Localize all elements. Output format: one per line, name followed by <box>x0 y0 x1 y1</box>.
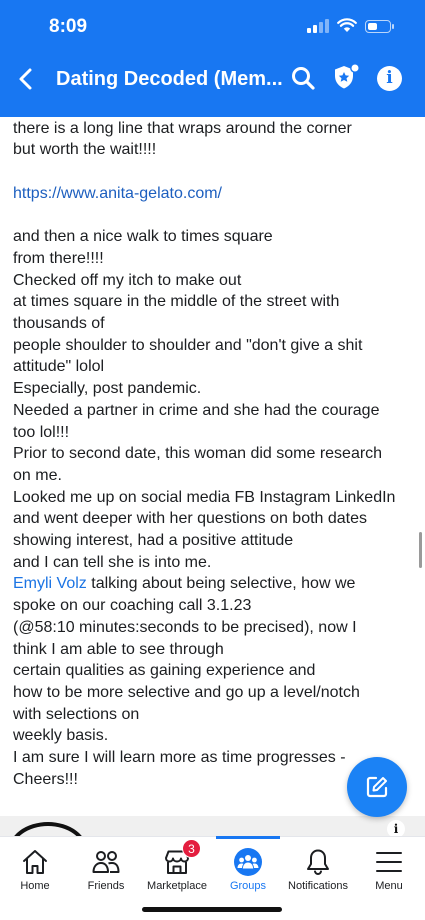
tab-label: Marketplace <box>147 880 207 892</box>
admin-shield-icon[interactable] <box>331 62 361 92</box>
post-text-segment: Prior to second date, this woman did som… <box>13 445 383 463</box>
post-line: with selections on <box>13 704 415 726</box>
post-line: weekly basis. <box>13 725 415 747</box>
tab-friends[interactable]: Friends <box>71 837 141 897</box>
post-line: and I can tell she is into me. <box>13 552 415 574</box>
post-text-segment: and then a nice walk to times square <box>13 228 273 246</box>
tab-label: Notifications <box>288 880 348 892</box>
info-icon[interactable]: i <box>377 66 402 91</box>
post-text-segment: thousands of <box>13 315 105 332</box>
post-text-segment: and I can tell she is into me. <box>13 553 212 571</box>
post-text-segment: Especially, post pandemic. <box>13 380 202 398</box>
post-line: thousands of <box>13 313 415 335</box>
post-body: Usuallythere is a long line that wraps a… <box>0 117 425 817</box>
post-line: and then a nice walk to times square <box>13 226 415 248</box>
media-drawing <box>8 822 88 836</box>
signal-icon <box>307 19 329 33</box>
media-info-icon[interactable]: i <box>387 820 405 836</box>
post-line: spoke on our coaching call 3.1.23 <box>13 595 415 617</box>
post-line: think I am able to see through <box>13 639 415 661</box>
post-line: (@58:10 minutes:seconds to be precised),… <box>13 617 415 639</box>
post-text-segment: Checked off my itch to make out <box>13 271 242 289</box>
post-line <box>13 205 415 227</box>
tab-label: Friends <box>87 880 125 892</box>
post-line: attitude" lolol <box>13 356 415 378</box>
post-line: there is a long line that wraps around t… <box>13 118 415 140</box>
post-line: from there!!!! <box>13 248 415 270</box>
edit-pencil-icon <box>366 776 388 798</box>
tab-marketplace[interactable]: Marketplace 3 <box>142 837 212 897</box>
post-line: people shoulder to shoulder and "don't g… <box>13 335 415 357</box>
active-tab-indicator <box>216 836 280 839</box>
post-text-segment: with selections on <box>13 705 140 723</box>
post-line <box>13 161 415 183</box>
post-text-segment: and went deeper with her questions on bo… <box>13 510 368 528</box>
scrollbar[interactable] <box>419 532 422 568</box>
post-line: but worth the wait!!!! <box>13 139 415 161</box>
post-line: showing interest, had a positive attitud… <box>13 530 415 552</box>
compose-button[interactable] <box>347 757 407 817</box>
post-text-segment: from there!!!! <box>13 249 104 267</box>
status-time: 8:09 <box>49 16 88 37</box>
post-text-segment: but worth the wait!!!! <box>13 141 157 159</box>
post-text-segment: there is a long line that wraps around t… <box>13 119 352 137</box>
post-text-segment: on me. <box>13 466 62 484</box>
bell-icon <box>307 849 329 876</box>
tab-groups[interactable]: Groups <box>213 837 283 897</box>
tab-label: Groups <box>229 880 267 892</box>
post-text-segment: talking about being selective, how we <box>86 575 356 593</box>
post-line: Emyli Volz talking about being selective… <box>13 573 415 595</box>
post-text-segment: certain qualities as gaining experience … <box>13 662 316 680</box>
post-text-segment: I am sure I will learn more as time prog… <box>13 749 346 767</box>
post-line: https://www.anita-gelato.com/ <box>13 183 415 205</box>
back-arrow-icon[interactable] <box>14 66 40 92</box>
post-line: Especially, post pandemic. <box>13 378 415 400</box>
post-line: on me. <box>13 465 415 487</box>
top-bar: 8:09 Dating Decoded (Mem... i <box>0 0 425 117</box>
friends-icon <box>92 851 120 873</box>
notification-badge: 3 <box>182 839 201 858</box>
post-text-segment: Cheers!!! <box>13 770 78 788</box>
post-line: and went deeper with her questions on bo… <box>13 508 415 530</box>
tab-label: Menu <box>375 880 403 892</box>
post-line: too lol!!! <box>13 422 415 444</box>
post-line: certain qualities as gaining experience … <box>13 660 415 682</box>
tab-menu[interactable]: Menu <box>354 837 424 897</box>
post-text-segment: at times square in the middle of the str… <box>13 293 340 311</box>
battery-icon <box>365 20 394 33</box>
post-text-segment: think I am able to see through <box>13 640 224 658</box>
post-text-segment: Looked me up on social media FB Instagra… <box>13 488 396 506</box>
post-text-segment: weekly basis. <box>13 727 109 745</box>
hamburger-menu-icon <box>376 852 402 872</box>
post-text-segment: too lol!!! <box>13 423 70 441</box>
post-line: Looked me up on social media FB Instagra… <box>13 487 415 509</box>
post-text-segment: (@58:10 minutes:seconds to be precised),… <box>13 618 357 636</box>
home-indicator <box>142 907 282 912</box>
post-line: Prior to second date, this woman did som… <box>13 443 415 465</box>
tab-notifications[interactable]: Notifications <box>283 837 353 897</box>
groups-icon <box>234 848 262 876</box>
post-text-segment: attitude" lolol <box>13 358 105 376</box>
post-text-segment: showing interest, had a positive attitud… <box>13 532 294 550</box>
status-icons <box>307 18 394 33</box>
post-line: Needed a partner in crime and she had th… <box>13 400 415 422</box>
post-line: how to be more selective and go up a lev… <box>13 682 415 704</box>
user-mention[interactable]: Emyli Volz <box>13 575 87 592</box>
post-text-segment: spoke on our coaching call 3.1.23 <box>13 597 252 615</box>
home-icon <box>23 850 47 874</box>
post-line: Checked off my itch to make out <box>13 270 415 292</box>
wifi-icon <box>337 18 357 32</box>
post-text-segment: people shoulder to shoulder and "don't g… <box>13 336 363 354</box>
tab-home[interactable]: Home <box>0 837 70 897</box>
post-media-preview[interactable]: i <box>0 816 425 836</box>
tab-label: Home <box>20 880 50 892</box>
post-link[interactable]: https://www.anita-gelato.com/ <box>13 185 222 202</box>
post-line: at times square in the middle of the str… <box>13 291 415 313</box>
post-text: Usuallythere is a long line that wraps a… <box>13 117 415 790</box>
post-text-segment: how to be more selective and go up a lev… <box>13 683 360 701</box>
post-text-segment: Needed a partner in crime and she had th… <box>13 401 380 419</box>
group-title[interactable]: Dating Decoded (Mem... <box>56 68 283 91</box>
search-icon[interactable] <box>290 65 316 91</box>
